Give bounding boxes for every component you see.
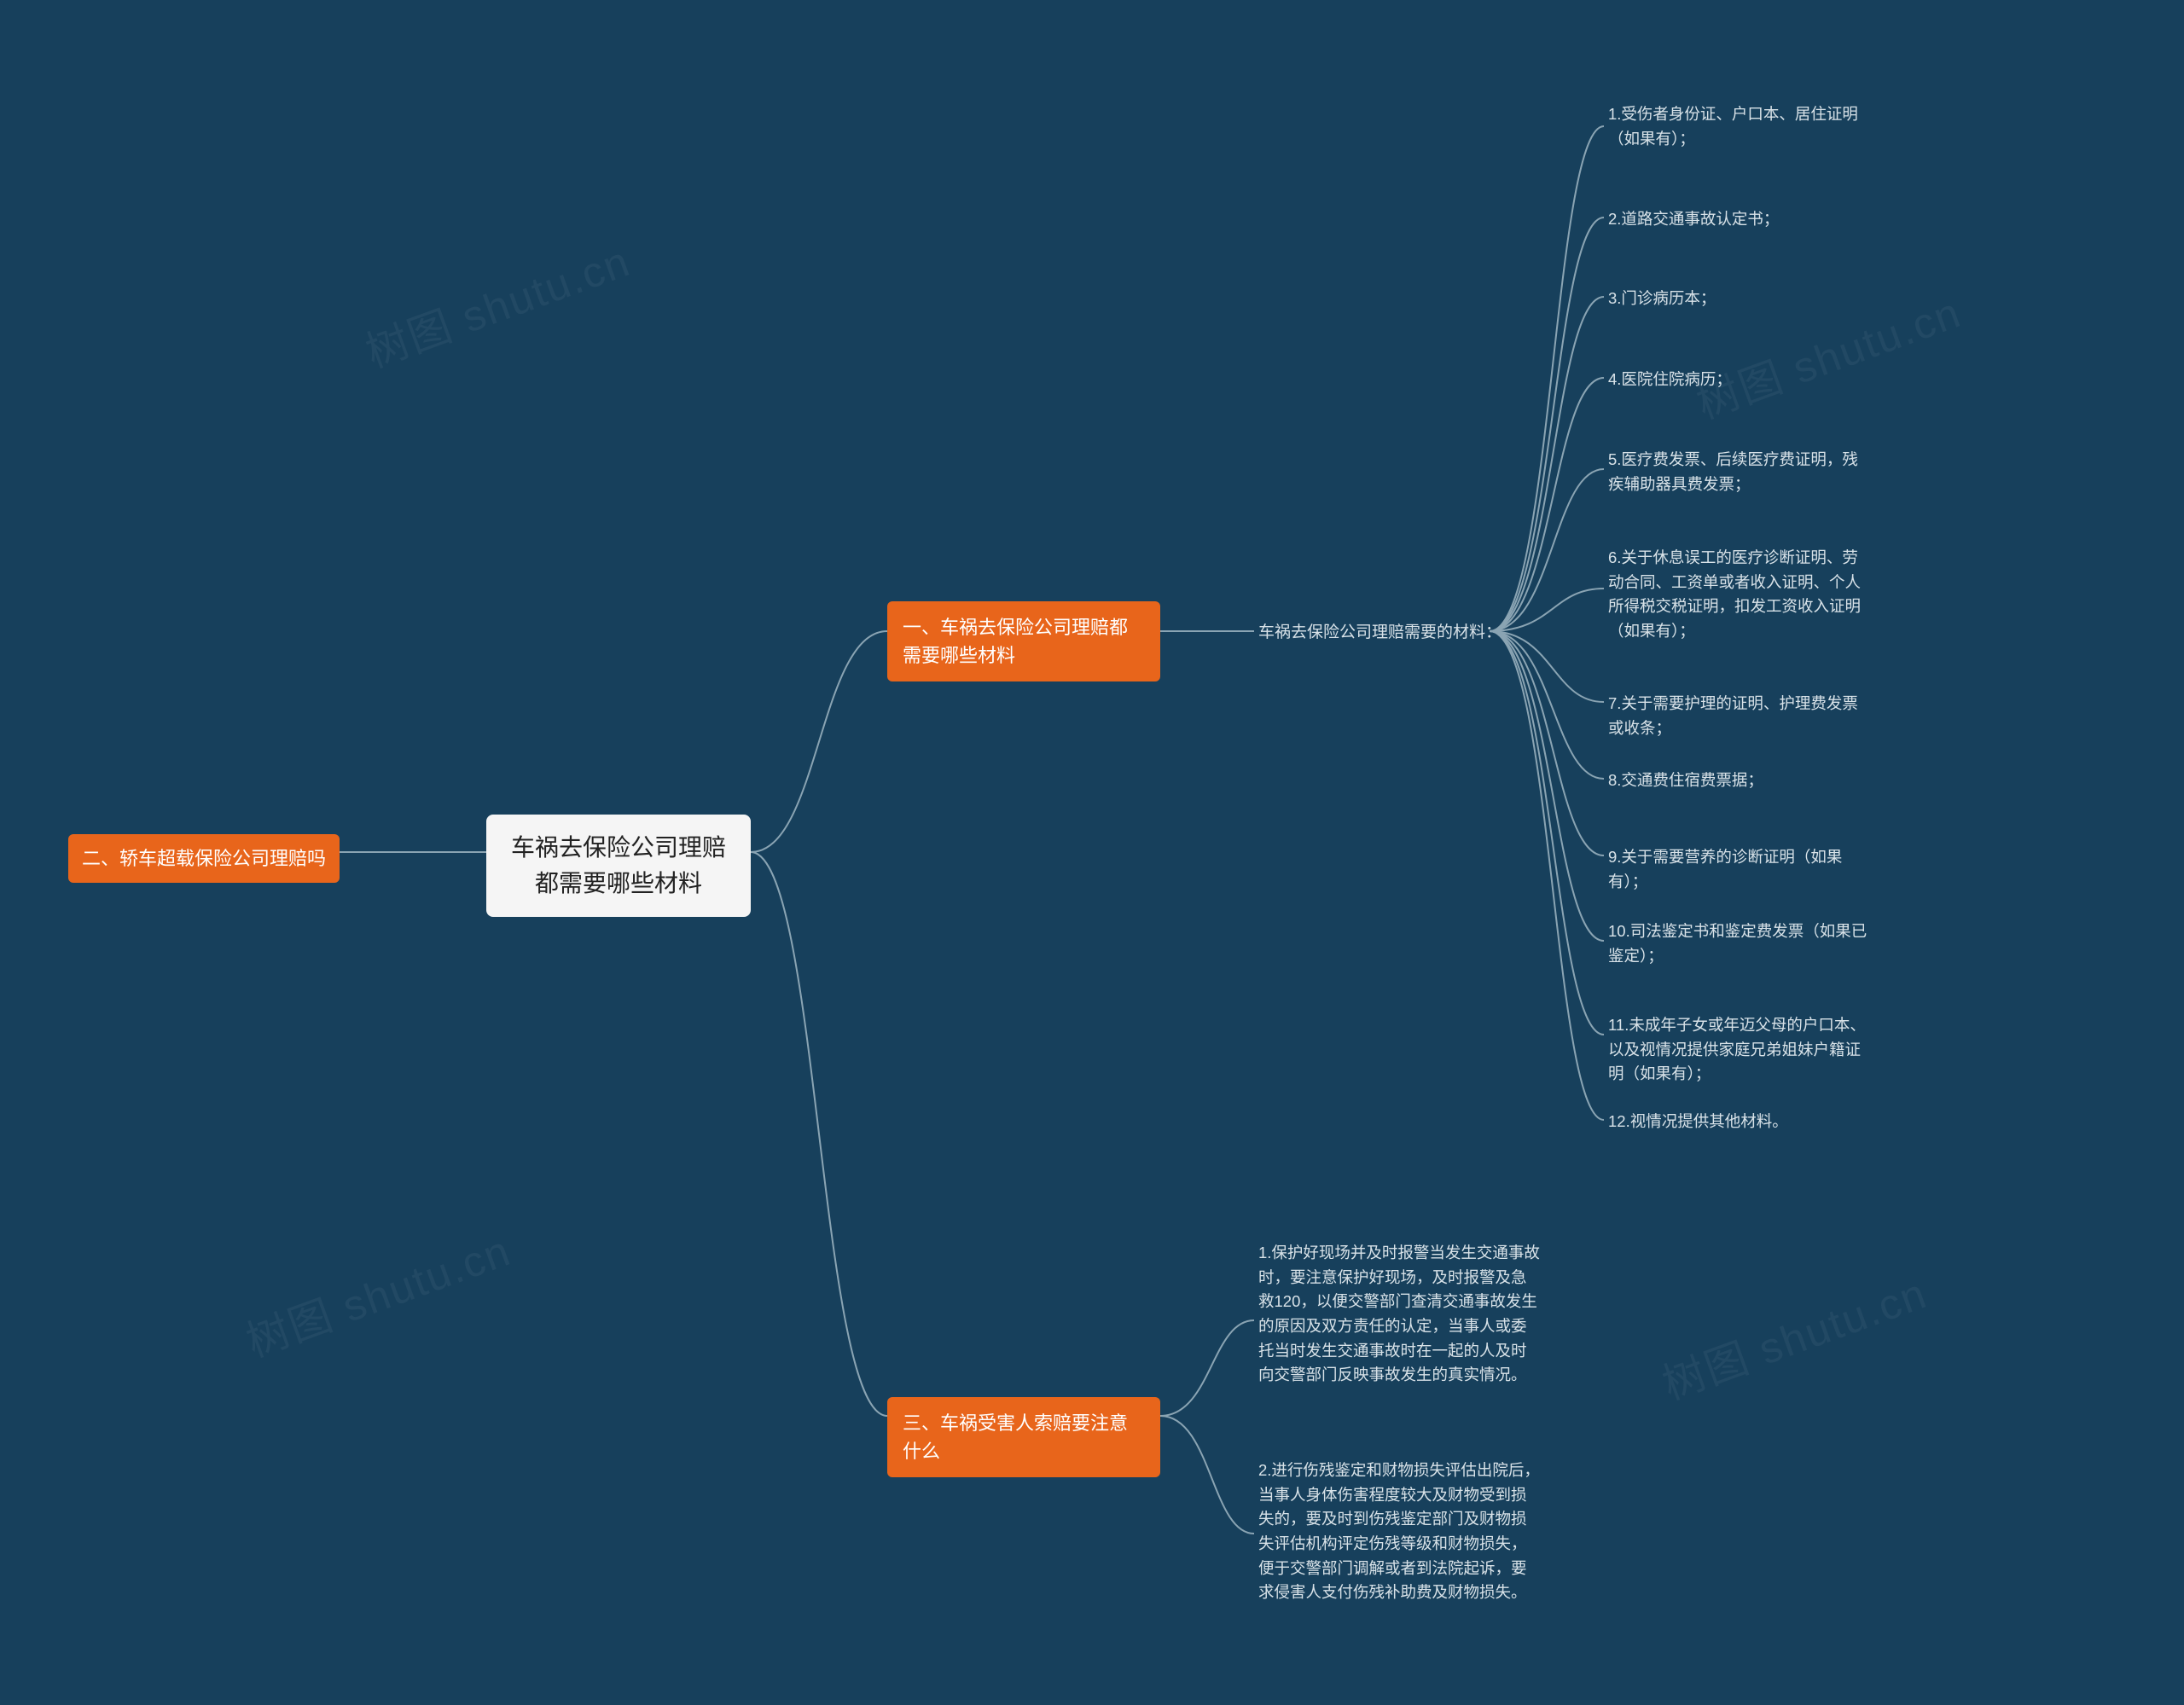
leaf-text: 11.未成年子女或年迈父母的户口本、以及视情况提供家庭兄弟姐妹户籍证明（如果有）… xyxy=(1608,1016,1866,1082)
branch-left[interactable]: 二、轿车超载保险公司理赔吗 xyxy=(68,834,340,883)
leaf-text: 2.道路交通事故认定书； xyxy=(1608,210,1779,228)
leaf-a-11[interactable]: 11.未成年子女或年迈父母的户口本、以及视情况提供家庭兄弟姐妹户籍证明（如果有）… xyxy=(1608,1013,1873,1087)
leaf-text: 6.关于休息误工的医疗诊断证明、劳动合同、工资单或者收入证明、个人所得税交税证明… xyxy=(1608,548,1861,640)
root-title: 车祸去保险公司理赔都需要哪些材料 xyxy=(511,834,726,896)
branch-c[interactable]: 三、车祸受害人索赔要注意什么 xyxy=(887,1397,1160,1477)
mid-a-text: 车祸去保险公司理赔需要的材料： xyxy=(1258,623,1502,641)
leaf-a-9[interactable]: 9.关于需要营养的诊断证明（如果有）； xyxy=(1608,845,1873,894)
leaf-a-2[interactable]: 2.道路交通事故认定书； xyxy=(1608,207,1873,232)
leaf-text: 2.进行伤残鉴定和财物损失评估出院后，当事人身体伤害程度较大及财物受到损失的，要… xyxy=(1258,1461,1540,1601)
watermark: 树图 shutu.cn xyxy=(356,228,637,380)
leaf-a-10[interactable]: 10.司法鉴定书和鉴定费发票（如果已鉴定）； xyxy=(1608,919,1873,968)
branch-left-title: 二、轿车超载保险公司理赔吗 xyxy=(82,848,326,869)
leaf-a-6[interactable]: 6.关于休息误工的医疗诊断证明、劳动合同、工资单或者收入证明、个人所得税交税证明… xyxy=(1608,546,1873,644)
watermark: 树图 shutu.cn xyxy=(236,1217,518,1370)
leaf-c-1[interactable]: 1.保护好现场并及时报警当发生交通事故时，要注意保护好现场，及时报警及急救120… xyxy=(1258,1241,1540,1388)
leaf-text: 7.关于需要护理的证明、护理费发票或收条； xyxy=(1608,694,1858,737)
leaf-text: 4.医院住院病历； xyxy=(1608,370,1732,388)
leaf-text: 5.医疗费发票、后续医疗费证明，残疾辅助器具费发票； xyxy=(1608,450,1858,493)
leaf-a-4[interactable]: 4.医院住院病历； xyxy=(1608,368,1873,392)
leaf-text: 12.视情况提供其他材料。 xyxy=(1608,1112,1788,1130)
leaf-a-5[interactable]: 5.医疗费发票、后续医疗费证明，残疾辅助器具费发票； xyxy=(1608,448,1873,496)
leaf-a-7[interactable]: 7.关于需要护理的证明、护理费发票或收条； xyxy=(1608,692,1873,740)
leaf-c-2[interactable]: 2.进行伤残鉴定和财物损失评估出院后，当事人身体伤害程度较大及财物受到损失的，要… xyxy=(1258,1459,1540,1605)
leaf-a-3[interactable]: 3.门诊病历本； xyxy=(1608,287,1873,311)
leaf-text: 8.交通费住宿费票据； xyxy=(1608,771,1763,789)
branch-a[interactable]: 一、车祸去保险公司理赔都需要哪些材料 xyxy=(887,601,1160,681)
leaf-text: 3.门诊病历本； xyxy=(1608,289,1716,307)
leaf-text: 10.司法鉴定书和鉴定费发票（如果已鉴定）； xyxy=(1608,922,1867,965)
branch-c-title: 三、车祸受害人索赔要注意什么 xyxy=(903,1412,1128,1462)
leaf-a-1[interactable]: 1.受伤者身份证、户口本、居住证明（如果有）； xyxy=(1608,102,1873,151)
root-node[interactable]: 车祸去保险公司理赔都需要哪些材料 xyxy=(486,815,751,917)
mid-a[interactable]: 车祸去保险公司理赔需要的材料： xyxy=(1258,621,1502,646)
leaf-text: 9.关于需要营养的诊断证明（如果有）； xyxy=(1608,848,1842,890)
leaf-text: 1.保护好现场并及时报警当发生交通事故时，要注意保护好现场，及时报警及急救120… xyxy=(1258,1244,1540,1383)
leaf-text: 1.受伤者身份证、户口本、居住证明（如果有）； xyxy=(1608,105,1858,148)
branch-a-title: 一、车祸去保险公司理赔都需要哪些材料 xyxy=(903,617,1128,666)
leaf-a-12[interactable]: 12.视情况提供其他材料。 xyxy=(1608,1110,1873,1134)
watermark: 树图 shutu.cn xyxy=(1653,1260,1934,1412)
leaf-a-8[interactable]: 8.交通费住宿费票据； xyxy=(1608,768,1873,793)
